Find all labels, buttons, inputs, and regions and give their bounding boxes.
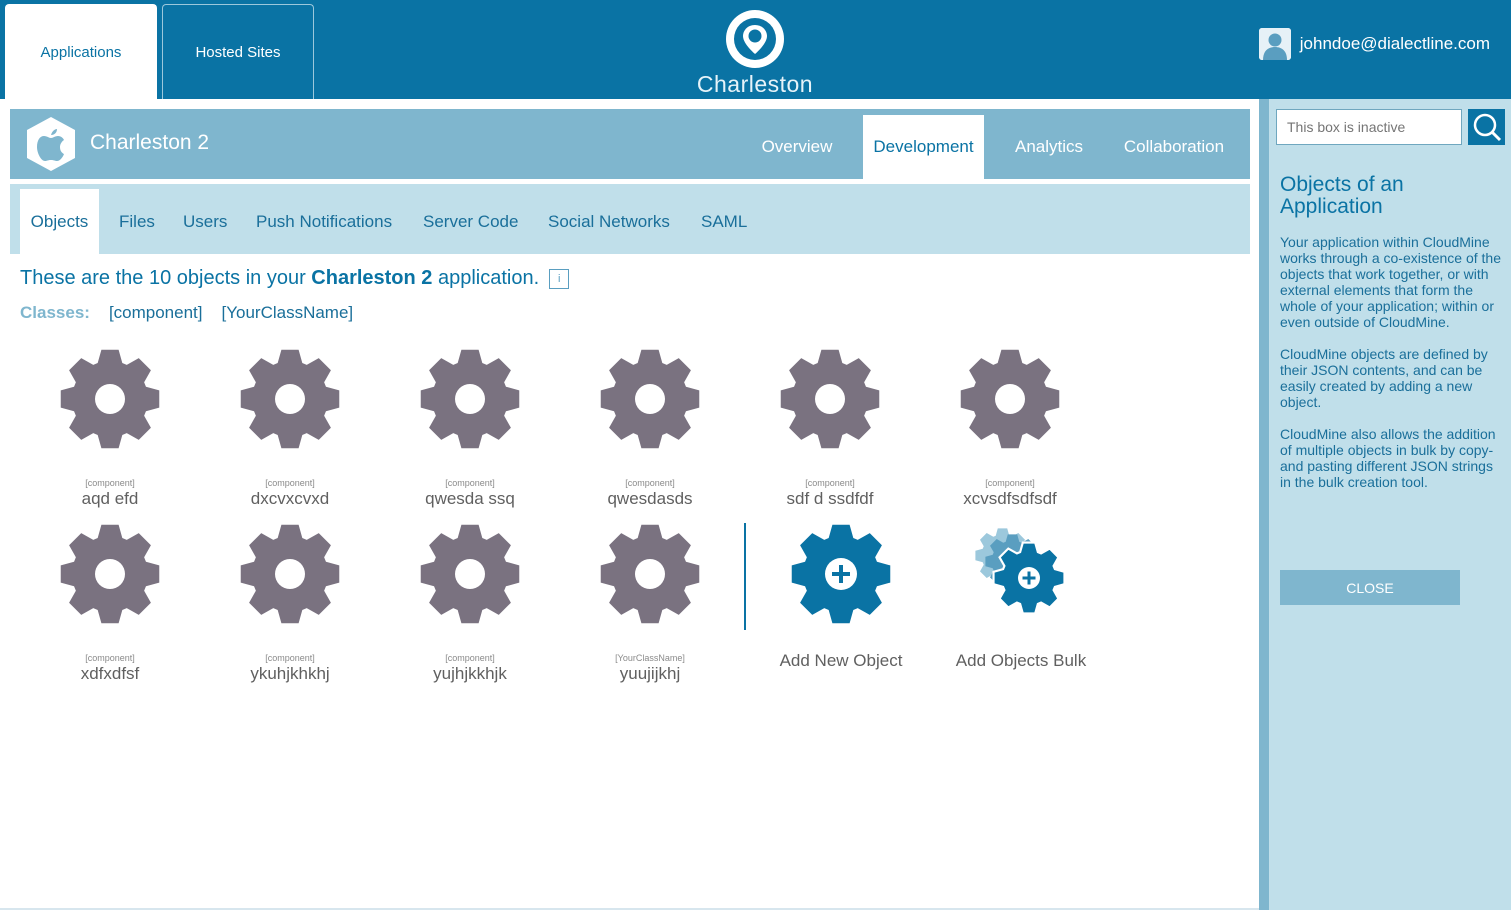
- object-class: [component]: [85, 653, 135, 663]
- tab-applications[interactable]: Applications: [5, 4, 157, 99]
- top-bar: Applications Hosted Sites Charleston joh…: [0, 0, 1511, 99]
- intro-prefix: These are the 10 objects in your: [20, 267, 312, 289]
- object-name: dxcvxcvxd: [250, 489, 330, 508]
- subtab-server-code[interactable]: Server Code: [423, 189, 518, 254]
- search-icon: [1473, 113, 1501, 142]
- object-class: [component]: [445, 653, 495, 663]
- user-email: johndoe@dialectline.com: [1299, 34, 1490, 53]
- object-class: [component]: [625, 478, 675, 488]
- subtab-files[interactable]: Files: [119, 189, 155, 254]
- help-paragraph: CloudMine also allows the addition of mu…: [1280, 426, 1496, 490]
- tab-hosted-sites[interactable]: Hosted Sites: [162, 4, 314, 99]
- apple-platform-icon: [27, 117, 75, 171]
- tab-analytics[interactable]: Analytics: [1004, 115, 1094, 179]
- divider: [744, 523, 746, 630]
- object-tile[interactable]: [component] yujhjkkhjk: [380, 524, 560, 684]
- object-class: [component]: [985, 478, 1035, 488]
- object-name: yujhjkkhjk: [433, 664, 507, 683]
- gear-icon: [240, 349, 340, 449]
- objects-intro: These are the 10 objects in your Charles…: [20, 267, 570, 290]
- object-tile[interactable]: [component] xdfxdfsf: [20, 524, 200, 684]
- object-class: [component]: [265, 478, 315, 488]
- subtab-saml[interactable]: SAML: [701, 189, 747, 254]
- object-name: xdfxdfsf: [80, 664, 140, 683]
- app-header: Charleston 2 Overview Development Analyt…: [10, 109, 1250, 179]
- subtab-social-networks[interactable]: Social Networks: [548, 189, 670, 254]
- class-link-component[interactable]: [component]: [109, 303, 203, 323]
- add-gear-icon: [791, 524, 891, 624]
- object-class: [component]: [85, 478, 135, 488]
- object-tile[interactable]: [component] qwesda ssq: [380, 349, 560, 509]
- gear-icon: [600, 349, 700, 449]
- gear-icon: [600, 524, 700, 624]
- object-class: [component]: [445, 478, 495, 488]
- object-tile[interactable]: [component] aqd efd: [20, 349, 200, 509]
- add-objects-bulk-button[interactable]: Add Objects Bulk: [931, 524, 1111, 671]
- brand-logo[interactable]: Charleston: [694, 8, 816, 98]
- avatar: [1258, 28, 1291, 60]
- help-text: Your application within CloudMine works …: [1280, 234, 1502, 506]
- gear-icon: [780, 349, 880, 449]
- object-tile[interactable]: [component] dxcvxcvxd: [200, 349, 380, 509]
- subtab-objects[interactable]: Objects: [20, 189, 99, 254]
- gear-icon: [420, 349, 520, 449]
- add-new-object-label: Add New Object: [779, 651, 903, 670]
- object-name: qwesda ssq: [425, 489, 515, 508]
- add-objects-bulk-label: Add Objects Bulk: [955, 651, 1087, 670]
- object-tile[interactable]: [component] qwesdasds: [560, 349, 740, 509]
- help-paragraph: Your application within CloudMine works …: [1280, 234, 1502, 330]
- tab-overview[interactable]: Overview: [752, 115, 842, 179]
- help-title: Objects of an Application: [1280, 173, 1404, 218]
- close-button[interactable]: CLOSE: [1280, 570, 1460, 605]
- intro-app-name: Charleston 2: [311, 267, 433, 289]
- gear-icon: [960, 349, 1060, 449]
- subtab-users[interactable]: Users: [183, 189, 227, 254]
- object-class: [YourClassName]: [615, 653, 685, 663]
- class-filter: Classes: [component] [YourClassName]: [20, 303, 372, 323]
- search-button[interactable]: [1468, 109, 1505, 145]
- user-menu[interactable]: johndoe@dialectline.com: [1258, 28, 1490, 60]
- gear-icon: [240, 524, 340, 624]
- gear-icon: [60, 524, 160, 624]
- object-tile[interactable]: [component] xcvsdfsdfsdf: [920, 349, 1100, 509]
- help-panel: Objects of an Application Your applicati…: [1259, 99, 1511, 910]
- classes-label: Classes:: [20, 303, 90, 322]
- brand-name: Charleston: [696, 71, 814, 97]
- search-input[interactable]: [1276, 109, 1462, 145]
- info-button[interactable]: i: [549, 268, 570, 289]
- object-name: qwesdasds: [607, 489, 693, 508]
- object-name: aqd efd: [81, 489, 139, 508]
- gear-icon: [420, 524, 520, 624]
- help-paragraph: CloudMine objects are defined by their J…: [1280, 346, 1488, 410]
- user-silhouette-icon: [1258, 28, 1291, 60]
- class-link-yourclassname[interactable]: [YourClassName]: [222, 303, 354, 323]
- add-new-object-button[interactable]: Add New Object: [751, 524, 931, 671]
- location-pin-logo-icon: [726, 10, 784, 68]
- object-name: ykuhjkhkhj: [250, 664, 330, 683]
- gear-icon: [60, 349, 160, 449]
- object-name: yuujijkhj: [619, 664, 681, 683]
- sub-navigation: Objects Files Users Push Notifications S…: [10, 184, 1250, 254]
- object-class: [component]: [265, 653, 315, 663]
- object-tile[interactable]: [component] ykuhjkhkhj: [200, 524, 380, 684]
- object-name: xcvsdfsdfsdf: [963, 489, 1057, 508]
- subtab-push-notifications[interactable]: Push Notifications: [256, 189, 392, 254]
- object-name: sdf d ssdfdf: [786, 489, 874, 508]
- app-name: Charleston 2: [90, 131, 210, 154]
- tab-development[interactable]: Development: [863, 115, 984, 179]
- tab-collaboration[interactable]: Collaboration: [1114, 115, 1234, 179]
- object-class: [component]: [805, 478, 855, 488]
- object-tile[interactable]: [component] sdf d ssdfdf: [740, 349, 920, 509]
- object-tile[interactable]: [YourClassName] yuujijkhj: [560, 524, 740, 684]
- intro-suffix: application.: [432, 267, 540, 289]
- bulk-gears-icon: [975, 528, 1066, 615]
